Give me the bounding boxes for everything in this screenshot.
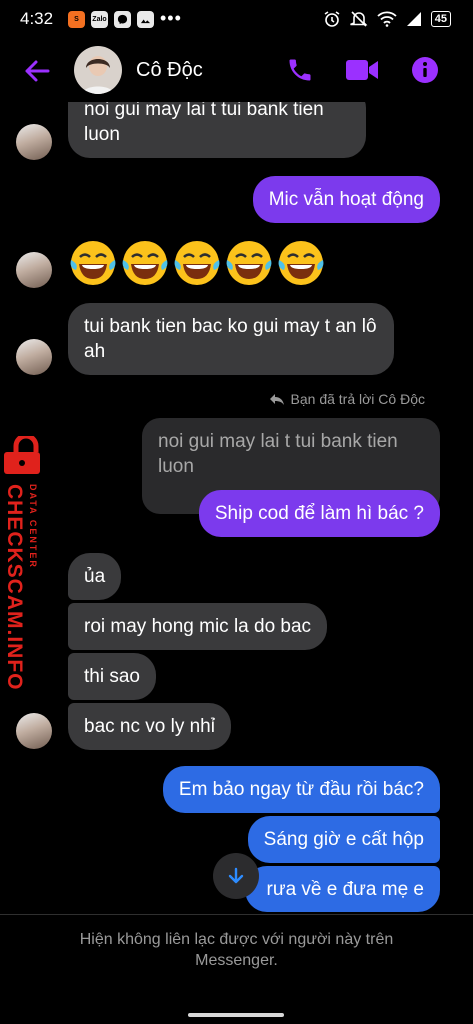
more-notifications-icon: ••• bbox=[160, 8, 182, 28]
outgoing-message[interactable]: Sáng giờ e cất hộp bbox=[247, 816, 440, 863]
status-time: 4:32 bbox=[20, 9, 54, 28]
outgoing-message[interactable]: Ship cod để làm hì bác ? bbox=[198, 490, 440, 537]
incoming-message[interactable]: roi may hong mic la do bac bbox=[68, 603, 328, 650]
laughing-tears-emoji-icon bbox=[226, 241, 272, 285]
outgoing-message[interactable]: Mic vẫn hoạt động bbox=[252, 176, 440, 223]
incoming-message[interactable]: thi sao bbox=[68, 653, 156, 700]
scroll-to-bottom-button[interactable] bbox=[213, 853, 259, 899]
header-overlay: Cô Độc bbox=[0, 40, 473, 102]
video-call-icon[interactable] bbox=[345, 57, 379, 83]
reply-arrow-icon bbox=[269, 394, 284, 405]
outgoing-message[interactable]: rưa về e đưa mẹ e bbox=[244, 866, 440, 912]
laughing-tears-emoji-icon bbox=[278, 241, 324, 285]
footer-divider bbox=[0, 914, 473, 915]
contact-avatar-small[interactable] bbox=[16, 713, 52, 749]
arrow-down-icon bbox=[228, 867, 244, 884]
status-right: 45 bbox=[323, 10, 451, 28]
notification-icons: S Zalo ••• bbox=[68, 8, 182, 28]
contact-avatar[interactable] bbox=[74, 46, 122, 94]
laughing-tears-emoji-icon bbox=[70, 241, 116, 285]
signal-icon bbox=[406, 12, 421, 26]
phone-call-icon[interactable] bbox=[286, 56, 314, 84]
zalo-icon: Zalo bbox=[91, 11, 108, 28]
alarm-icon bbox=[324, 11, 340, 27]
status-bar: 4:32 S Zalo ••• 45 bbox=[0, 0, 473, 40]
wifi-icon bbox=[377, 11, 397, 27]
reply-note: Bạn đã trả lời Cô Độc bbox=[269, 391, 425, 407]
watermark-main-text: CHECKSCAM.INFO bbox=[3, 484, 26, 691]
incoming-message[interactable]: tui bank tien bac ko gui may t an lô ah bbox=[68, 303, 394, 375]
contact-avatar-small[interactable] bbox=[16, 252, 52, 288]
info-icon[interactable] bbox=[411, 56, 439, 84]
shopee-icon: S bbox=[68, 11, 85, 28]
battery-indicator: 45 bbox=[430, 11, 451, 27]
laughing-tears-emoji-icon bbox=[122, 241, 168, 285]
reply-note-text: Bạn đã trả lời Cô Độc bbox=[290, 391, 425, 407]
unavailable-notice: Hiện không liên lạc được với người này t… bbox=[79, 931, 394, 969]
contact-name[interactable]: Cô Độc bbox=[136, 59, 203, 82]
watermark-sub-text: DATA CENTER bbox=[28, 484, 38, 569]
messenger-icon bbox=[114, 11, 131, 28]
incoming-message[interactable]: bac nc vo ly nhỉ bbox=[68, 703, 231, 750]
emoji-message[interactable] bbox=[68, 238, 326, 288]
home-indicator[interactable] bbox=[188, 1013, 284, 1017]
incoming-message[interactable]: ủa bbox=[68, 553, 122, 600]
outgoing-message[interactable]: Em bảo ngay từ đầu rồi bác? bbox=[162, 766, 440, 813]
mute-icon bbox=[349, 11, 368, 27]
contact-avatar-small[interactable] bbox=[16, 124, 52, 160]
contact-avatar-small[interactable] bbox=[16, 339, 52, 375]
gallery-icon bbox=[137, 11, 154, 28]
padlock-icon bbox=[4, 436, 40, 474]
back-arrow-icon[interactable] bbox=[22, 56, 52, 86]
laughing-tears-emoji-icon bbox=[174, 241, 220, 285]
